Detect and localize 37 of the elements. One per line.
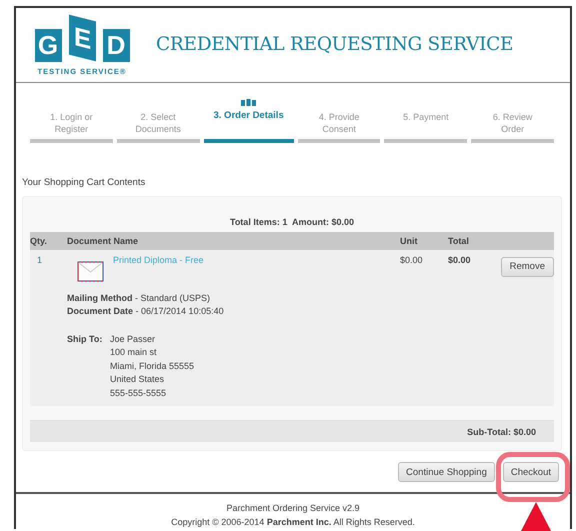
continue-shopping-button[interactable]: Continue Shopping: [398, 462, 495, 482]
quantity-text: 1: [36, 254, 44, 266]
address-line: 555-555-5555: [110, 386, 168, 400]
column-header: Qty.: [30, 236, 48, 246]
step-label[interactable]: 1. Login or Register: [30, 110, 113, 135]
column-header: Document Name: [67, 236, 140, 246]
logo-letter: D: [102, 28, 130, 62]
footer-version: Parchment Ordering Service v2.9: [225, 502, 361, 515]
pointer-arrow: [521, 502, 551, 531]
cart-heading: Your Shopping Cart Contents: [22, 176, 146, 188]
step-label[interactable]: 3. Order Details: [204, 110, 294, 122]
step-label[interactable]: 6. Review Order: [471, 110, 554, 135]
envelope-icon: [77, 260, 104, 282]
ship-to-label: Ship To:: [67, 332, 104, 346]
document-link[interactable]: Printed Diploma - Free: [113, 254, 204, 264]
step-label[interactable]: 5. Payment: [393, 110, 459, 123]
step-label[interactable]: 2. Select Documents: [116, 110, 200, 135]
unit-price: $0.00: [400, 254, 424, 266]
column-header: Total: [448, 236, 470, 246]
address-line: 100 main st: [110, 346, 158, 359]
logo-letter: G: [34, 28, 62, 62]
cart-summary: Total Items: 1 Amount: $0.00: [228, 216, 356, 226]
logo-letter: E: [68, 14, 96, 62]
address-line: Joe Passer: [110, 332, 156, 346]
subtotal-text: Sub-Total: $0.00: [467, 426, 536, 436]
column-header: Unit: [400, 236, 418, 246]
footer-copyright: Copyright © 2006-2014 Parchment Inc. All Rights Reserved.: [170, 516, 416, 529]
page-title: CREDENTIAL REQUESTING SERVICE: [156, 34, 514, 56]
address-line: Miami, Florida 55555: [110, 360, 194, 372]
ged-mini-icon: [241, 98, 256, 107]
step-label[interactable]: 4. Provide Consent: [298, 110, 380, 135]
total-price: $0.00: [448, 254, 472, 266]
detail-line: Mailing Method - Standard (USPS): [67, 292, 212, 305]
remove-button[interactable]: Remove: [500, 256, 554, 276]
checkout-button[interactable]: Checkout: [502, 462, 559, 482]
address-line: United States: [110, 373, 166, 386]
detail-line: Document Date - 06/17/2014 10:05:40: [67, 305, 225, 318]
